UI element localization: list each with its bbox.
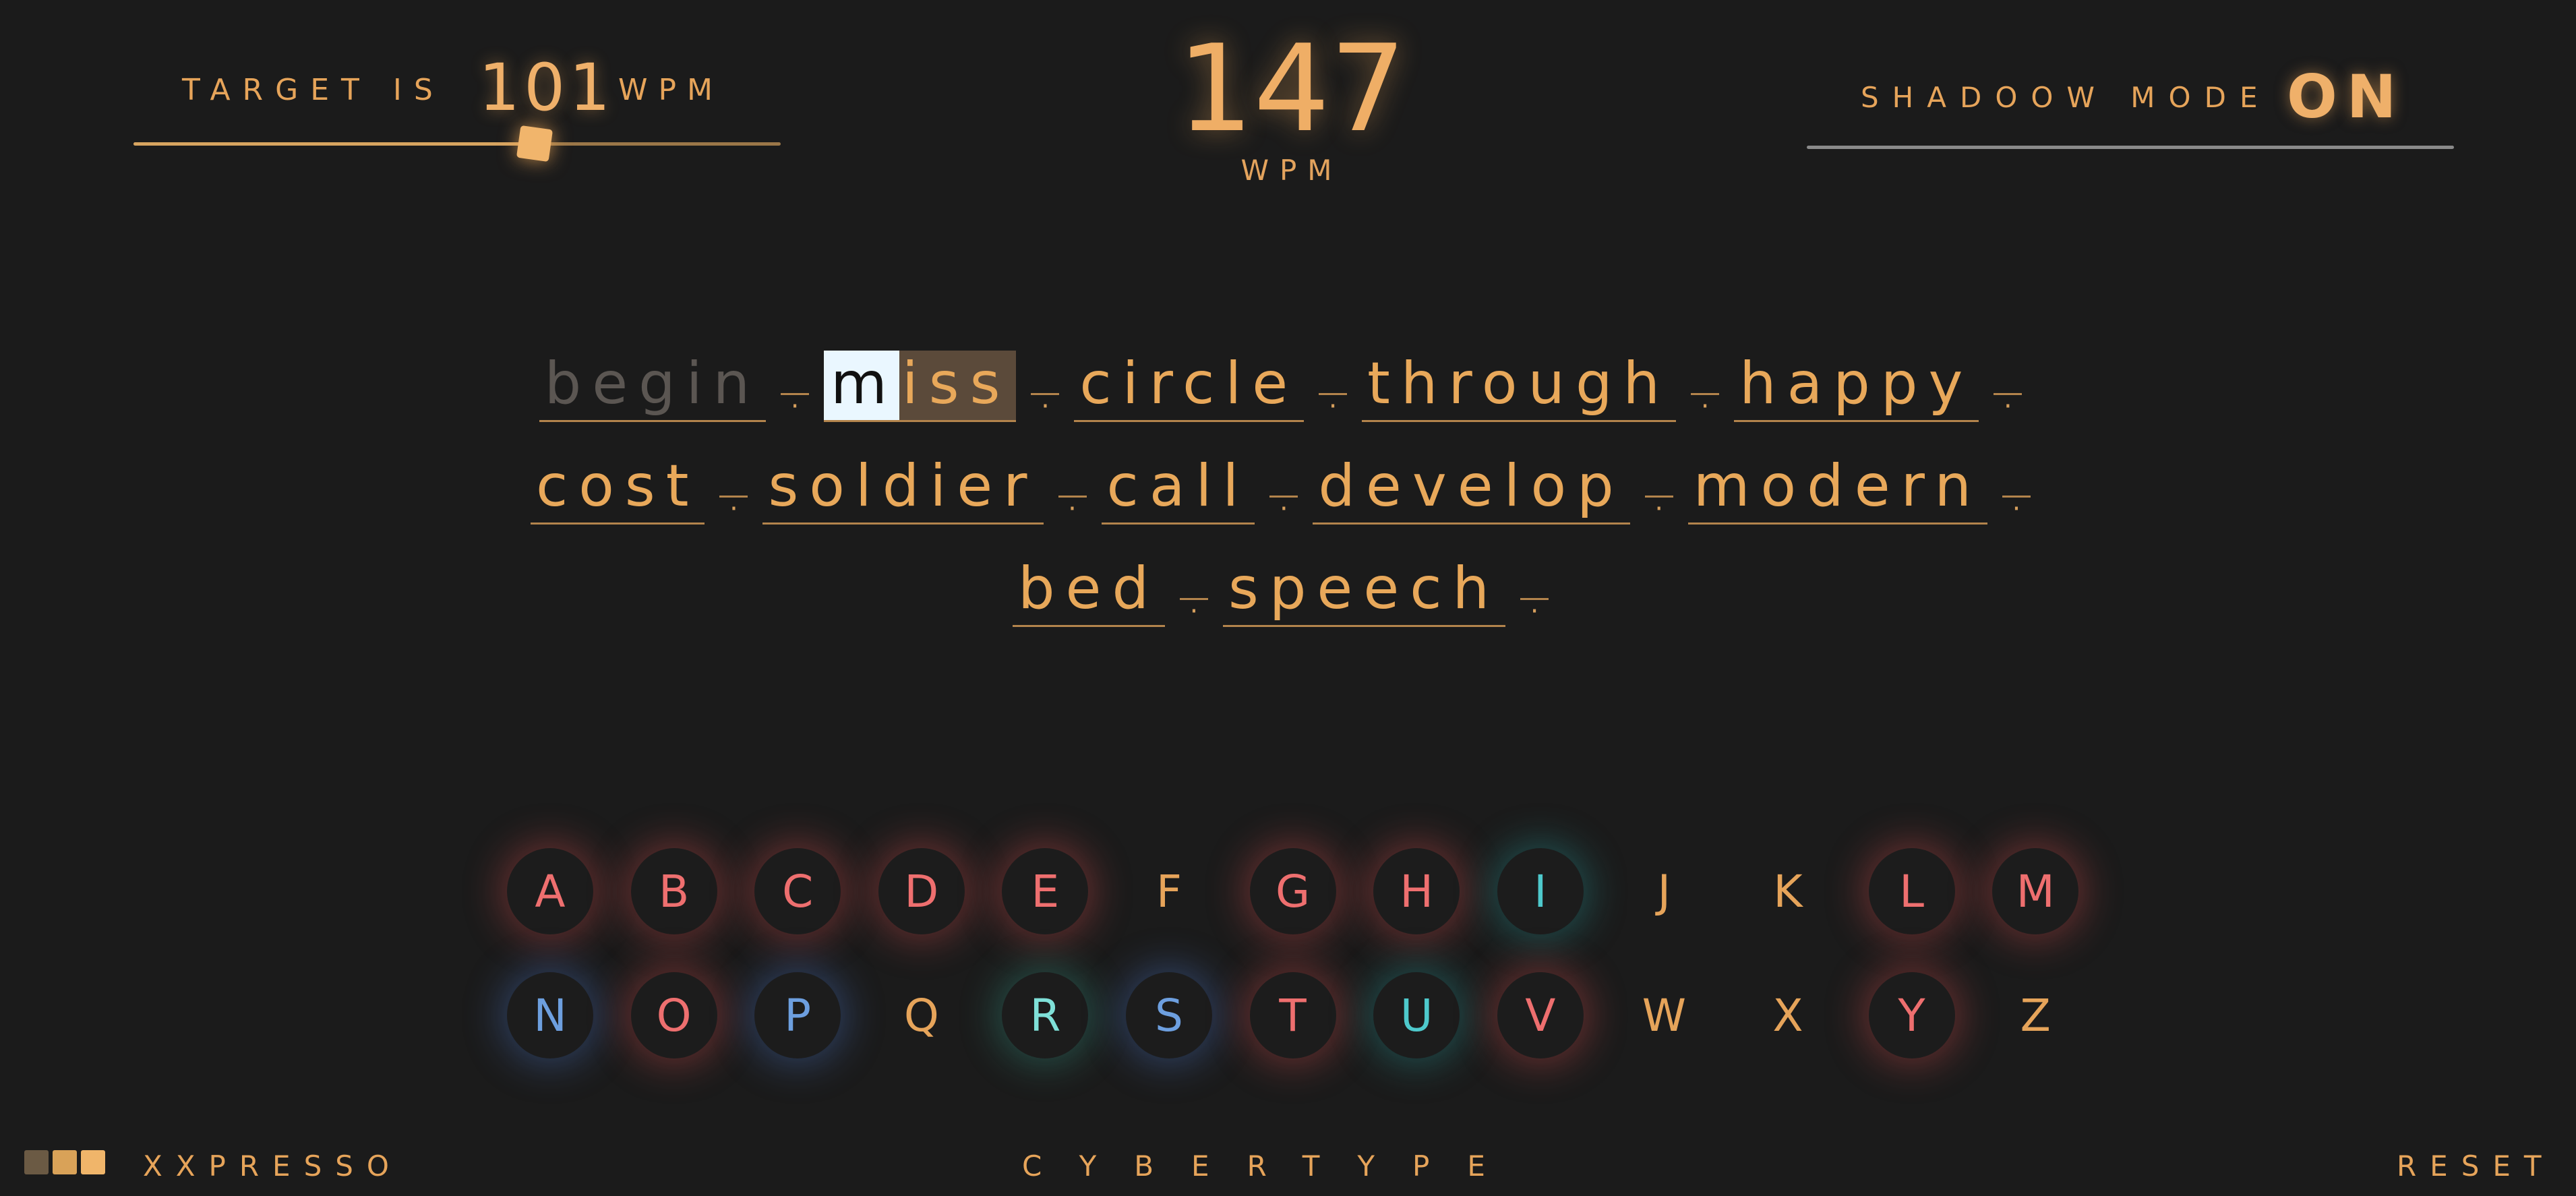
- key-c[interactable]: C: [754, 848, 841, 934]
- separator-dot: ·: [1700, 390, 1710, 422]
- target-slider-thumb[interactable]: [516, 125, 553, 162]
- target-label: TARGET IS: [182, 73, 445, 107]
- word: call: [1101, 453, 1255, 525]
- key-q[interactable]: Q: [878, 972, 965, 1058]
- current-wpm-value: 147: [1177, 19, 1406, 158]
- key-t[interactable]: T: [1249, 972, 1336, 1058]
- key-k[interactable]: K: [1745, 848, 1831, 934]
- key-g[interactable]: G: [1249, 848, 1336, 934]
- word-separator: ·: [719, 469, 748, 522]
- key-d[interactable]: D: [878, 848, 965, 934]
- word-line: begin · m iss · circle · through · happy ·: [0, 351, 2576, 422]
- key-f[interactable]: F: [1126, 848, 1212, 934]
- word: circle: [1074, 351, 1305, 422]
- logo-blocks: [24, 1150, 105, 1174]
- word-separator: ·: [1691, 366, 1720, 420]
- logo-block: [24, 1150, 49, 1174]
- target-slider-fill: [133, 142, 535, 146]
- shadow-mode-toggle[interactable]: ON: [2287, 62, 2405, 131]
- word-separator: ·: [781, 366, 810, 420]
- current-word-rest: iss: [899, 351, 1017, 420]
- key-h[interactable]: H: [1373, 848, 1460, 934]
- key-z[interactable]: Z: [1992, 972, 2078, 1058]
- target-wpm-value: 101: [479, 50, 615, 125]
- logo-block: [53, 1150, 77, 1174]
- target-unit: WPM: [618, 73, 724, 107]
- word-line: bed · speech ·: [0, 556, 2576, 627]
- word-separator: ·: [1180, 571, 1209, 625]
- word-separator: ·: [1319, 366, 1348, 420]
- key-l[interactable]: L: [1868, 848, 1955, 934]
- word-separator: ·: [1269, 469, 1298, 522]
- separator-dot: ·: [1279, 493, 1288, 525]
- word: modern: [1687, 453, 1987, 525]
- key-a[interactable]: A: [507, 848, 593, 934]
- word: cost: [531, 453, 705, 525]
- key-j[interactable]: J: [1621, 848, 1707, 934]
- key-y[interactable]: Y: [1868, 972, 1955, 1058]
- key-u[interactable]: U: [1373, 972, 1460, 1058]
- word-separator: ·: [1644, 469, 1673, 522]
- shadow-mode-underline: [1807, 146, 2454, 149]
- separator-dot: ·: [1068, 493, 1077, 525]
- key-b[interactable]: B: [630, 848, 717, 934]
- current-word: m iss: [824, 351, 1017, 422]
- word-separator: ·: [2002, 469, 2031, 522]
- separator-dot: ·: [729, 493, 738, 525]
- key-x[interactable]: X: [1745, 972, 1831, 1058]
- word-separator: ·: [1994, 366, 2023, 420]
- word: develop: [1313, 453, 1630, 525]
- reset-button[interactable]: RESET: [2397, 1149, 2555, 1183]
- key-o[interactable]: O: [630, 972, 717, 1058]
- key-e[interactable]: E: [1002, 848, 1089, 934]
- separator-dot: ·: [1041, 390, 1050, 422]
- separator-dot: ·: [2004, 390, 2012, 422]
- word-separator: ·: [1058, 469, 1087, 522]
- separator-dot: ·: [790, 390, 800, 422]
- target-slider[interactable]: [133, 125, 781, 162]
- brand-name[interactable]: XXPRESSO: [143, 1149, 402, 1183]
- word: speech: [1223, 556, 1506, 627]
- word: happy: [1734, 351, 1979, 422]
- app-title: CYBERTYPE: [1022, 1149, 1523, 1183]
- separator-dot: ·: [2012, 493, 2021, 525]
- word: through: [1362, 351, 1677, 422]
- key-n[interactable]: N: [507, 972, 593, 1058]
- key-p[interactable]: P: [754, 972, 841, 1058]
- key-v[interactable]: V: [1497, 972, 1584, 1058]
- cursor-letter: m: [824, 351, 899, 420]
- word-separator: ·: [1520, 571, 1549, 625]
- key-i[interactable]: I: [1497, 848, 1584, 934]
- logo-block: [81, 1150, 105, 1174]
- key-s[interactable]: S: [1126, 972, 1212, 1058]
- current-wpm-unit: WPM: [1240, 154, 1343, 187]
- key-m[interactable]: M: [1992, 848, 2079, 934]
- separator-dot: ·: [1189, 595, 1199, 627]
- shadow-mode-label: SHADOOW MODE: [1861, 81, 2271, 114]
- key-r[interactable]: R: [1002, 972, 1089, 1058]
- word-separator: ·: [1031, 366, 1060, 420]
- word: bed: [1012, 556, 1166, 627]
- key-w[interactable]: W: [1621, 972, 1707, 1058]
- word: soldier: [762, 453, 1044, 525]
- separator-dot: ·: [1530, 595, 1539, 627]
- separator-dot: ·: [1328, 390, 1338, 422]
- separator-dot: ·: [1654, 493, 1664, 525]
- word-line: cost · soldier · call · develop · modern ·: [0, 453, 2576, 525]
- typed-word: begin: [539, 351, 767, 422]
